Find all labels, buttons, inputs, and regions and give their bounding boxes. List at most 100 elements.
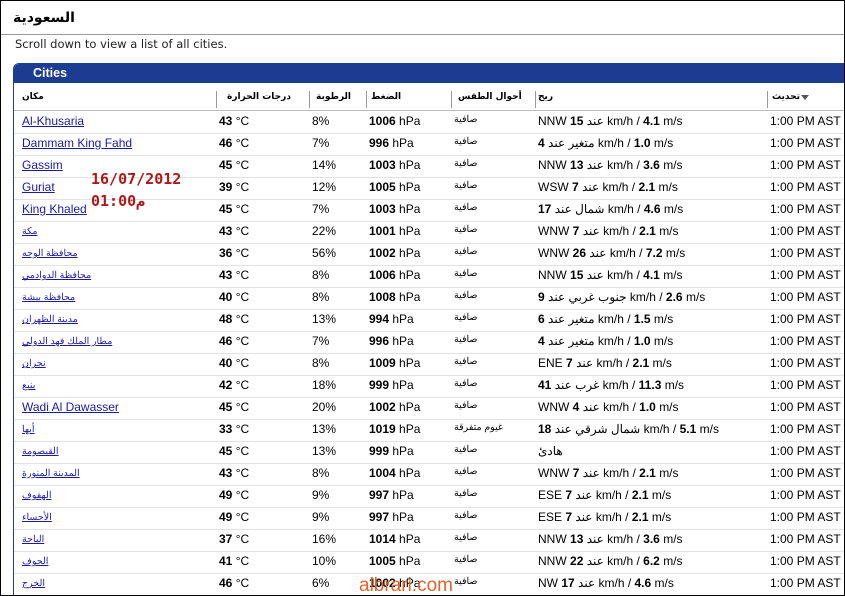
column-divider — [309, 91, 310, 108]
updated-cell: 1:00 PM AST — [770, 312, 841, 326]
col-temp[interactable]: درجات الحرارة — [227, 92, 291, 102]
conditions-cell: صافية — [454, 466, 478, 477]
humidity-cell: 16% — [312, 532, 337, 546]
temperature-cell: 42 °C — [219, 378, 250, 392]
city-link[interactable]: أبها — [22, 424, 35, 435]
sort-down-icon[interactable] — [801, 95, 809, 100]
city-link[interactable]: الخرج — [22, 578, 45, 589]
cities-panel: Cities مكان درجات الحرارة الرطوبة الضغط … — [13, 63, 844, 595]
conditions-cell: صافية — [454, 334, 478, 345]
panel-title: Cities — [33, 66, 68, 80]
updated-cell: 1:00 PM AST — [770, 180, 841, 194]
humidity-cell: 8% — [312, 290, 330, 304]
updated-cell: 1:00 PM AST — [770, 224, 841, 238]
humidity-cell: 9% — [312, 510, 330, 524]
col-city[interactable]: مكان — [22, 92, 44, 102]
column-divider — [535, 91, 536, 108]
city-link[interactable]: Dammam King Fahd — [22, 136, 132, 150]
table-row: محافظة بيشة 40 °C 8% 1008 hPa صافية 9 جنوب غر… — [14, 287, 844, 310]
city-link[interactable]: مكة — [22, 226, 37, 237]
city-link[interactable]: المدينة المنورة — [22, 468, 80, 479]
humidity-cell: 9% — [312, 488, 330, 502]
table-row: المدينة المنورة 43 °C 8% 1004 hPa صافية WNW 7… — [14, 463, 844, 486]
wind-cell: 4 متغير عند km/h / 1.0 m/s — [538, 334, 674, 348]
humidity-cell: 8% — [312, 268, 330, 282]
updated-cell: 1:00 PM AST — [770, 488, 841, 502]
wind-cell: WNW 26 عند km/h / 7.2 m/s — [538, 246, 686, 260]
conditions-cell: صافية — [454, 400, 478, 411]
city-link[interactable]: محافظة بيشة — [22, 292, 75, 303]
humidity-cell: 13% — [312, 444, 337, 458]
humidity-cell: 56% — [312, 246, 337, 260]
conditions-cell: صافية — [454, 532, 478, 543]
stamp-time: 01:00م — [91, 192, 146, 210]
wind-cell: 41 غرب عند km/h / 11.3 m/s — [538, 378, 685, 392]
pressure-cell: 1003 hPa — [369, 158, 421, 172]
pressure-cell: 1005 hPa — [369, 554, 421, 568]
table-row: Dammam King Fahd 46 °C 7% 996 hPa صافية 4 متغ… — [14, 133, 844, 156]
col-humidity[interactable]: الرطوبة — [316, 92, 351, 102]
updated-cell: 1:00 PM AST — [770, 510, 841, 524]
conditions-cell: صافية — [454, 356, 478, 367]
city-link[interactable]: Wadi Al Dawasser — [22, 400, 119, 414]
city-link[interactable]: مدينة الظهران — [22, 314, 78, 325]
city-link[interactable]: Al-Khusaria — [22, 114, 84, 128]
pressure-cell: 1004 hPa — [369, 466, 421, 480]
city-link[interactable]: نجران — [22, 358, 46, 369]
pressure-cell: 997 hPa — [369, 488, 414, 502]
city-link[interactable]: Gassim — [22, 158, 63, 172]
city-link[interactable]: الهفوف — [22, 490, 51, 501]
conditions-cell: صافية — [454, 554, 478, 565]
temperature-cell: 46 °C — [219, 576, 250, 590]
conditions-cell: صافية — [454, 158, 478, 169]
table-row: الهفوف 49 °C 9% 997 hPa صافية ESE 7 عند km/h … — [14, 485, 844, 508]
pressure-cell: 994 hPa — [369, 312, 414, 326]
pressure-cell: 1002 hPa — [369, 246, 421, 260]
city-link[interactable]: محافظة الدوادمي — [22, 270, 91, 281]
table-row: مكة 43 °C 22% 1001 hPa صافية WNW 7 عند km/h /… — [14, 221, 844, 244]
wind-cell: WNW 7 عند km/h / 2.1 m/s — [538, 224, 679, 238]
city-link[interactable]: القيصومة — [22, 446, 59, 457]
city-link[interactable]: مطار الملك فهد الدولي — [22, 336, 112, 347]
wind-cell: NW 17 عند km/h / 4.6 m/s — [538, 576, 674, 590]
humidity-cell: 7% — [312, 334, 330, 348]
conditions-cell: صافية — [454, 290, 478, 301]
conditions-cell: صافية — [454, 224, 478, 235]
temperature-cell: 41 °C — [219, 554, 250, 568]
col-wind[interactable]: ريح — [538, 92, 553, 102]
temperature-cell: 37 °C — [219, 532, 250, 546]
wind-cell: WNW 4 عند km/h / 1.0 m/s — [538, 400, 679, 414]
city-link[interactable]: الباحة — [22, 534, 44, 545]
col-updated[interactable]: تحديث — [772, 92, 800, 102]
updated-cell: 1:00 PM AST — [770, 136, 841, 150]
updated-cell: 1:00 PM AST — [770, 422, 841, 436]
col-conditions[interactable]: أحوال الطقس — [458, 92, 522, 102]
city-link[interactable]: الجوف — [22, 556, 48, 567]
city-link[interactable]: King Khaled — [22, 202, 87, 216]
pressure-cell: 1005 hPa — [369, 180, 421, 194]
table-row: الأحساء 49 °C 9% 997 hPa صافية ESE 7 عند km/h… — [14, 507, 844, 530]
city-link[interactable]: الأحساء — [22, 512, 52, 523]
wind-cell: WNW 7 عند km/h / 2.1 m/s — [538, 466, 679, 480]
wind-cell: WSW 7 عند km/h / 2.1 m/s — [538, 180, 678, 194]
temperature-cell: 45 °C — [219, 444, 250, 458]
temperature-cell: 39 °C — [219, 180, 250, 194]
updated-cell: 1:00 PM AST — [770, 378, 841, 392]
stamp-date: 16/07/2012 — [91, 170, 182, 188]
humidity-cell: 7% — [312, 136, 330, 150]
updated-cell: 1:00 PM AST — [770, 554, 841, 568]
city-link[interactable]: Guriat — [22, 180, 55, 194]
col-pressure[interactable]: الضغط — [371, 92, 401, 102]
wind-cell: 6 متغير عند km/h / 1.5 m/s — [538, 312, 674, 326]
humidity-cell: 22% — [312, 224, 337, 238]
temperature-cell: 45 °C — [219, 400, 250, 414]
table-row: مطار الملك فهد الدولي 46 °C 7% 996 hPa صافية… — [14, 331, 844, 354]
city-link[interactable]: ينبع — [22, 380, 35, 391]
updated-cell: 1:00 PM AST — [770, 246, 841, 260]
conditions-cell: صافية — [454, 136, 478, 147]
wind-cell: ESE 7 عند km/h / 2.1 m/s — [538, 488, 672, 502]
updated-cell: 1:00 PM AST — [770, 400, 841, 414]
table-row: نجران 40 °C 8% 1009 hPa صافية ENE 7 عند km/h … — [14, 353, 844, 376]
city-link[interactable]: محافظة الوجه — [22, 248, 78, 259]
updated-cell: 1:00 PM AST — [770, 114, 841, 128]
